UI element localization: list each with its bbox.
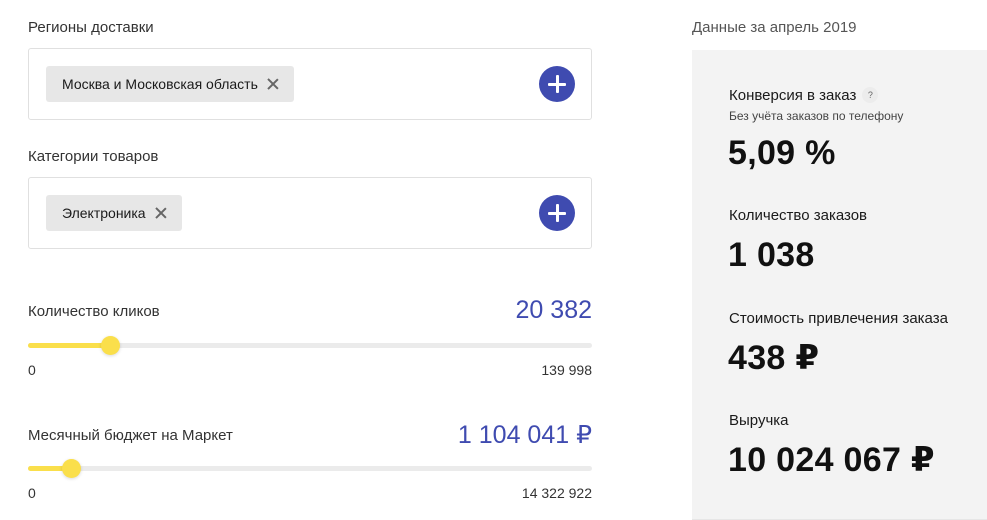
- help-icon[interactable]: ?: [862, 87, 879, 103]
- budget-min: 0: [28, 485, 36, 501]
- clicks-slider-fill: [28, 343, 110, 348]
- close-icon[interactable]: [266, 77, 280, 91]
- cost-label: Стоимость привлечения заказа: [729, 310, 948, 327]
- region-tag-label: Москва и Московская область: [62, 76, 258, 92]
- orders-value: 1 038: [728, 236, 815, 274]
- category-tag-label: Электроника: [62, 205, 146, 221]
- categories-field[interactable]: Электроника: [28, 177, 592, 249]
- conversion-label: Конверсия в заказ?: [729, 87, 879, 104]
- clicks-label: Количество кликов: [28, 303, 160, 320]
- budget-slider-thumb[interactable]: [62, 459, 82, 478]
- add-category-button[interactable]: [539, 195, 575, 231]
- clicks-slider[interactable]: [28, 336, 592, 355]
- regions-label: Регионы доставки: [28, 19, 154, 36]
- revenue-label: Выручка: [729, 412, 789, 429]
- categories-label: Категории товаров: [28, 148, 159, 165]
- clicks-min: 0: [28, 362, 36, 378]
- stats-header: Данные за апрель 2019: [692, 19, 857, 36]
- regions-field[interactable]: Москва и Московская область: [28, 48, 592, 120]
- budget-value: 1 104 041 ₽: [457, 421, 592, 449]
- cost-value: 438 ₽: [728, 339, 820, 377]
- budget-label: Месячный бюджет на Маркет: [28, 427, 233, 444]
- add-region-button[interactable]: [539, 66, 575, 102]
- conversion-sub: Без учёта заказов по телефону: [729, 109, 904, 123]
- budget-slider[interactable]: [28, 459, 592, 478]
- clicks-slider-thumb[interactable]: [100, 336, 120, 355]
- orders-label: Количество заказов: [729, 207, 868, 224]
- close-icon[interactable]: [154, 206, 168, 220]
- conversion-label-text: Конверсия в заказ: [729, 87, 857, 104]
- clicks-slider-block: Количество кликов 20 382 0 139 998: [28, 296, 592, 386]
- category-tag: Электроника: [46, 195, 182, 231]
- budget-max: 14 322 922: [521, 485, 592, 501]
- revenue-value: 10 024 067 ₽: [728, 441, 935, 479]
- conversion-value: 5,09 %: [728, 134, 836, 172]
- region-tag: Москва и Московская область: [46, 66, 294, 102]
- budget-slider-block: Месячный бюджет на Маркет 1 104 041 ₽ 0 …: [28, 420, 592, 510]
- clicks-value: 20 382: [515, 296, 592, 324]
- clicks-max: 139 998: [541, 362, 592, 378]
- stats-panel: Конверсия в заказ? Без учёта заказов по …: [692, 50, 987, 520]
